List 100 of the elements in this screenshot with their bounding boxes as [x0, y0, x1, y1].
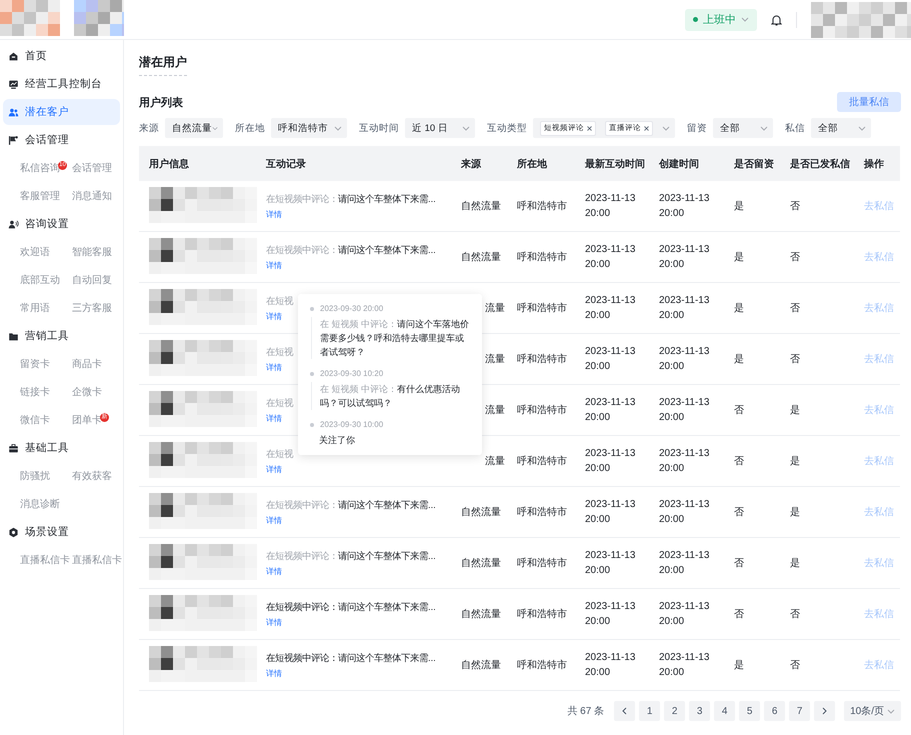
send-message-link[interactable]: 去私信 — [864, 252, 894, 263]
close-icon[interactable] — [644, 126, 649, 130]
filter-label: 留资 — [687, 122, 707, 134]
sidebar-subitem[interactable]: 商品卡 — [72, 358, 102, 372]
sidebar-subitem[interactable]: 欢迎语 — [20, 246, 50, 260]
table-cell: 否 — [790, 201, 800, 212]
status-dropdown[interactable]: 上班中 — [685, 8, 757, 30]
send-message-link[interactable]: 去私信 — [864, 405, 894, 416]
total-count: 共 67 条 — [567, 704, 604, 718]
send-message-link[interactable]: 去私信 — [864, 660, 894, 671]
menu-icon — [8, 330, 19, 342]
send-message-link[interactable]: 去私信 — [864, 354, 894, 365]
page-button[interactable]: 3 — [689, 701, 710, 721]
page-button[interactable]: 7 — [789, 701, 810, 721]
send-message-link[interactable]: 去私信 — [864, 507, 894, 518]
sidebar-subitem[interactable]: 直播私信卡 — [72, 554, 122, 568]
detail-link[interactable]: 详情 — [266, 260, 282, 270]
sidebar-subitem[interactable]: 微信卡 — [20, 414, 50, 428]
table-cell: 呼和浩特市 — [517, 252, 567, 263]
sidebar-subitem[interactable]: 团单卡 — [72, 414, 102, 428]
interaction-text: 在短视 — [266, 346, 293, 358]
detail-link[interactable]: 详情 — [266, 208, 282, 220]
interaction-text: 在短视频中评论：请问这个车整体下来需... — [266, 550, 436, 562]
close-icon[interactable] — [587, 126, 592, 130]
page-button[interactable]: 4 — [714, 701, 736, 721]
sidebar-item[interactable]: 营销工具 — [3, 323, 120, 349]
menu-icon — [8, 218, 19, 230]
sidebar-subitem[interactable]: 三方客服 — [72, 302, 112, 316]
filter-select[interactable]: 全部 — [811, 118, 871, 138]
send-message-link[interactable]: 去私信 — [864, 558, 894, 569]
bell-icon[interactable] — [771, 14, 782, 26]
sidebar-subitem[interactable]: 链接卡 — [20, 386, 50, 400]
sidebar-item[interactable]: 会话管理 — [3, 127, 120, 153]
detail-link[interactable]: 详情 — [266, 514, 282, 526]
column-header: 最新互动时间 — [575, 146, 649, 181]
sidebar-subitem[interactable]: 底部互动 — [20, 274, 60, 288]
filter-select[interactable]: 近 10 日 — [405, 118, 475, 138]
table-cell-text: 2023-11-13 20:00 — [585, 549, 636, 578]
filter-select[interactable]: 自然流量 — [165, 118, 223, 138]
entry-time: 2023-09-30 10:20 — [320, 369, 384, 378]
detail-link[interactable]: 详情 — [266, 566, 282, 576]
sidebar-item[interactable]: 首页 — [3, 43, 120, 69]
table-cell: 流量 — [485, 303, 505, 314]
page-button[interactable]: 5 — [739, 701, 760, 721]
table-cell: 否 — [734, 609, 744, 620]
table-cell-text: 2023-11-13 20:00 — [659, 345, 710, 374]
table-cell-text: 2023-11-13 20:00 — [659, 600, 710, 629]
menu-icon — [8, 526, 19, 538]
table-cell-text: 2023-11-13 20:00 — [585, 447, 636, 476]
sidebar-item[interactable]: 经营工具控制台 — [3, 71, 120, 97]
table-cell: 流量 — [485, 354, 505, 365]
sidebar-subitem[interactable]: 防骚扰 — [20, 470, 50, 484]
filter-select[interactable]: 全部 — [713, 118, 773, 138]
page-button[interactable]: 2 — [664, 701, 686, 721]
send-message-link[interactable]: 去私信 — [864, 456, 894, 467]
table-cell: 是 — [734, 354, 744, 365]
sidebar-subitem[interactable]: 会话管理 — [72, 162, 112, 176]
sidebar-subitem[interactable]: 自动回复 — [72, 274, 112, 288]
column-header: 操作 — [854, 146, 900, 181]
sidebar-subitem[interactable]: 直播私信卡 — [20, 554, 70, 568]
detail-link[interactable]: 详情 — [266, 464, 282, 474]
send-message-link[interactable]: 去私信 — [864, 303, 894, 314]
sidebar-item[interactable]: 场景设置 — [3, 519, 120, 545]
sidebar-subitem[interactable]: 客服管理 — [20, 190, 60, 204]
sidebar-item[interactable]: 基础工具 — [3, 435, 120, 461]
sidebar-subitem[interactable]: 留资卡 — [20, 358, 50, 372]
column-header: 来源 — [451, 146, 507, 181]
send-message-link[interactable]: 去私信 — [864, 201, 894, 212]
sidebar-item[interactable]: 潜在客户 — [3, 99, 120, 125]
sidebar-subitem[interactable]: 有效获客 — [72, 470, 112, 484]
column-header: 所在地 — [507, 146, 575, 181]
page-button[interactable]: 1 — [639, 701, 660, 721]
section-title: 用户列表 — [139, 96, 183, 110]
column-header: 创建时间 — [649, 146, 724, 181]
detail-link[interactable]: 详情 — [266, 668, 282, 678]
filter-label: 私信 — [785, 122, 805, 134]
detail-link[interactable]: 详情 — [266, 362, 282, 372]
table-cell: 呼和浩特市 — [517, 456, 567, 467]
table-cell-text: 2023-11-13 20:00 — [659, 192, 710, 221]
detail-link[interactable]: 详情 — [266, 616, 282, 628]
sidebar-subitem[interactable]: 消息诊断 — [20, 498, 60, 512]
filter-select[interactable]: 呼和浩特市 — [271, 118, 347, 138]
sidebar-item[interactable]: 咨询设置 — [3, 211, 120, 237]
send-message-link[interactable]: 去私信 — [864, 609, 894, 620]
detail-link[interactable]: 详情 — [266, 412, 282, 424]
table-cell-text: 2023-11-13 20:00 — [659, 447, 710, 476]
sidebar-subitem[interactable]: 常用语 — [20, 302, 50, 316]
table-cell: 流量 — [485, 456, 505, 467]
table-cell: 流量 — [485, 405, 505, 416]
page-size-select[interactable]: 10条/页 — [844, 701, 901, 721]
table-cell-text: 2023-11-13 20:00 — [585, 396, 636, 425]
sidebar-subitem[interactable]: 智能客服 — [72, 246, 112, 260]
chevron-down-icon — [662, 126, 670, 130]
sidebar-subitem[interactable]: 企微卡 — [72, 386, 102, 400]
blurred-logo — [0, 0, 60, 36]
sidebar-subitem[interactable]: 消息通知 — [72, 190, 112, 204]
menu-icon — [8, 78, 19, 90]
column-header: 是否留资 — [724, 146, 780, 181]
detail-link[interactable]: 详情 — [266, 310, 282, 322]
page-button[interactable]: 6 — [764, 701, 786, 721]
